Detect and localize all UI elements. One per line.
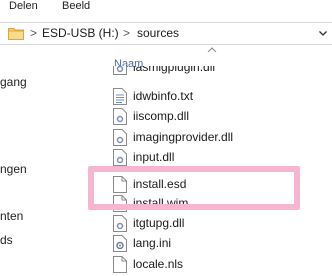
file-icon bbox=[113, 256, 127, 273]
file-name: lang.ini bbox=[133, 236, 172, 250]
file-row[interactable]: itgtupg.dll bbox=[113, 214, 323, 234]
chevron-down-icon[interactable] bbox=[317, 27, 329, 39]
file-name: idwbinfo.txt bbox=[133, 89, 194, 103]
file-row[interactable]: iiscomp.dll bbox=[113, 107, 323, 127]
settings-file-icon bbox=[113, 235, 127, 252]
nav-item[interactable]: ds bbox=[0, 233, 13, 247]
file-name: imagingprovider.dll bbox=[133, 130, 234, 144]
text-file-icon bbox=[113, 88, 127, 105]
file-row[interactable]: locale.nls bbox=[113, 255, 323, 275]
navigation-pane: gang ngen nten ds bbox=[0, 46, 98, 276]
nav-item[interactable]: ngen bbox=[0, 162, 27, 176]
tab-beeld[interactable]: Beeld bbox=[62, 0, 90, 13]
address-bar[interactable]: > ESD-USB (H:) > sources bbox=[0, 22, 332, 45]
file-row[interactable]: lang.ini bbox=[113, 234, 323, 254]
file-row[interactable]: input.dll bbox=[113, 148, 323, 168]
file-name: itgtupg.dll bbox=[133, 216, 185, 230]
file-name: lasmigplugin.dll bbox=[133, 66, 216, 74]
breadcrumb-drive[interactable]: ESD-USB (H:) bbox=[42, 26, 119, 41]
file-row[interactable]: lasmigplugin.dll bbox=[113, 66, 323, 78]
folder-icon bbox=[8, 28, 24, 40]
breadcrumb-separator[interactable]: > bbox=[30, 25, 37, 41]
nav-item[interactable]: nten bbox=[0, 209, 23, 223]
file-row[interactable]: imagingprovider.dll bbox=[113, 128, 323, 148]
file-name: input.dll bbox=[133, 150, 175, 164]
tab-delen[interactable]: Delen bbox=[9, 0, 38, 13]
highlight-box bbox=[88, 166, 300, 210]
file-name: locale.nls bbox=[133, 257, 184, 271]
dll-file-icon bbox=[113, 149, 127, 166]
nav-item[interactable]: gang bbox=[0, 75, 27, 89]
file-row[interactable]: idwbinfo.txt bbox=[113, 87, 323, 107]
dll-file-icon bbox=[113, 215, 127, 232]
dll-file-icon bbox=[113, 129, 127, 146]
ribbon-tabs: Delen Beeld bbox=[0, 0, 332, 16]
breadcrumb-sources[interactable]: sources bbox=[137, 26, 179, 41]
chevron-up-icon bbox=[207, 47, 217, 53]
file-name: iiscomp.dll bbox=[133, 109, 190, 123]
breadcrumb-separator[interactable]: > bbox=[123, 25, 130, 41]
dll-file-icon bbox=[113, 66, 127, 75]
dll-file-icon bbox=[113, 108, 127, 125]
